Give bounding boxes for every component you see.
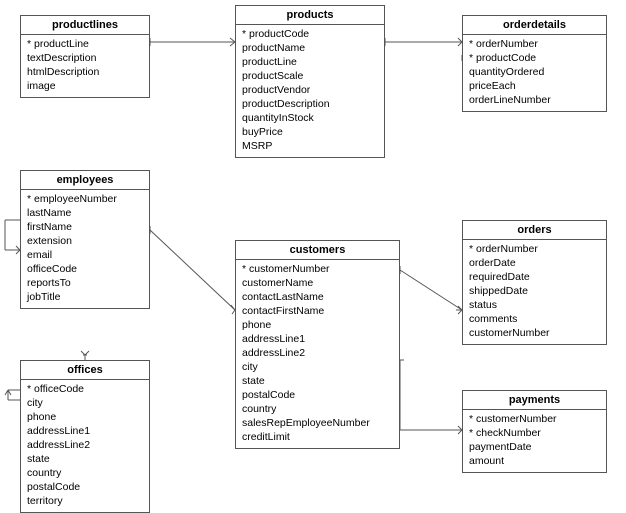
entity-header-orderdetails: orderdetails: [463, 16, 606, 35]
entity-employees: employees* employeeNumberlastNamefirstNa…: [20, 170, 150, 309]
entity-orderdetails: orderdetails* orderNumber* productCodequ…: [462, 15, 607, 112]
field-orderdetails-4: orderLineNumber: [469, 93, 600, 107]
field-offices-1: city: [27, 396, 143, 410]
field-customers-0: * customerNumber: [242, 262, 393, 276]
entity-body-employees: * employeeNumberlastNamefirstNameextensi…: [21, 190, 149, 308]
entity-header-productlines: productlines: [21, 16, 149, 35]
field-orders-4: status: [469, 298, 600, 312]
field-offices-3: addressLine1: [27, 424, 143, 438]
field-orders-1: orderDate: [469, 256, 600, 270]
field-employees-1: lastName: [27, 206, 143, 220]
field-customers-6: addressLine2: [242, 346, 393, 360]
field-customers-5: addressLine1: [242, 332, 393, 346]
field-customers-10: country: [242, 402, 393, 416]
field-payments-2: paymentDate: [469, 440, 600, 454]
field-customers-8: state: [242, 374, 393, 388]
entity-offices: offices* officeCodecityphoneaddressLine1…: [20, 360, 150, 513]
entity-customers: customers* customerNumbercustomerNamecon…: [235, 240, 400, 449]
entity-productlines: productlines* productLinetextDescription…: [20, 15, 150, 98]
field-offices-7: postalCode: [27, 480, 143, 494]
entity-header-offices: offices: [21, 361, 149, 380]
field-products-1: productName: [242, 41, 378, 55]
field-employees-0: * employeeNumber: [27, 192, 143, 206]
field-customers-9: postalCode: [242, 388, 393, 402]
field-products-4: productVendor: [242, 83, 378, 97]
field-employees-4: email: [27, 248, 143, 262]
field-offices-0: * officeCode: [27, 382, 143, 396]
field-orders-5: comments: [469, 312, 600, 326]
field-products-8: MSRP: [242, 139, 378, 153]
field-orderdetails-0: * orderNumber: [469, 37, 600, 51]
field-employees-2: firstName: [27, 220, 143, 234]
entity-payments: payments* customerNumber* checkNumberpay…: [462, 390, 607, 473]
field-employees-7: jobTitle: [27, 290, 143, 304]
field-productlines-3: image: [27, 79, 143, 93]
entity-body-customers: * customerNumbercustomerNamecontactLastN…: [236, 260, 399, 448]
field-orderdetails-1: * productCode: [469, 51, 600, 65]
field-customers-3: contactFirstName: [242, 304, 393, 318]
field-productlines-0: * productLine: [27, 37, 143, 51]
field-employees-3: extension: [27, 234, 143, 248]
field-payments-3: amount: [469, 454, 600, 468]
erd-diagram: productlines* productLinetextDescription…: [0, 0, 626, 500]
field-payments-0: * customerNumber: [469, 412, 600, 426]
field-customers-4: phone: [242, 318, 393, 332]
field-orders-0: * orderNumber: [469, 242, 600, 256]
entity-header-employees: employees: [21, 171, 149, 190]
field-orderdetails-3: priceEach: [469, 79, 600, 93]
field-orders-2: requiredDate: [469, 270, 600, 284]
field-offices-8: territory: [27, 494, 143, 508]
field-products-3: productScale: [242, 69, 378, 83]
field-payments-1: * checkNumber: [469, 426, 600, 440]
entity-header-orders: orders: [463, 221, 606, 240]
field-customers-2: contactLastName: [242, 290, 393, 304]
field-products-0: * productCode: [242, 27, 378, 41]
field-offices-2: phone: [27, 410, 143, 424]
field-customers-7: city: [242, 360, 393, 374]
field-offices-4: addressLine2: [27, 438, 143, 452]
entity-body-orderdetails: * orderNumber* productCodequantityOrdere…: [463, 35, 606, 111]
entity-body-orders: * orderNumberorderDaterequiredDateshippe…: [463, 240, 606, 344]
field-products-7: buyPrice: [242, 125, 378, 139]
field-orders-6: customerNumber: [469, 326, 600, 340]
field-products-2: productLine: [242, 55, 378, 69]
field-products-6: quantityInStock: [242, 111, 378, 125]
field-offices-5: state: [27, 452, 143, 466]
field-productlines-2: htmlDescription: [27, 65, 143, 79]
entity-products: products* productCodeproductNameproductL…: [235, 5, 385, 158]
entity-body-productlines: * productLinetextDescriptionhtmlDescript…: [21, 35, 149, 97]
entity-body-payments: * customerNumber* checkNumberpaymentDate…: [463, 410, 606, 472]
field-employees-5: officeCode: [27, 262, 143, 276]
entity-header-customers: customers: [236, 241, 399, 260]
field-offices-6: country: [27, 466, 143, 480]
field-customers-1: customerName: [242, 276, 393, 290]
entity-body-offices: * officeCodecityphoneaddressLine1address…: [21, 380, 149, 512]
entity-body-products: * productCodeproductNameproductLineprodu…: [236, 25, 384, 157]
field-employees-6: reportsTo: [27, 276, 143, 290]
field-customers-12: creditLimit: [242, 430, 393, 444]
field-orderdetails-2: quantityOrdered: [469, 65, 600, 79]
entity-header-products: products: [236, 6, 384, 25]
entity-header-payments: payments: [463, 391, 606, 410]
entity-orders: orders* orderNumberorderDaterequiredDate…: [462, 220, 607, 345]
field-orders-3: shippedDate: [469, 284, 600, 298]
field-productlines-1: textDescription: [27, 51, 143, 65]
field-products-5: productDescription: [242, 97, 378, 111]
field-customers-11: salesRepEmployeeNumber: [242, 416, 393, 430]
